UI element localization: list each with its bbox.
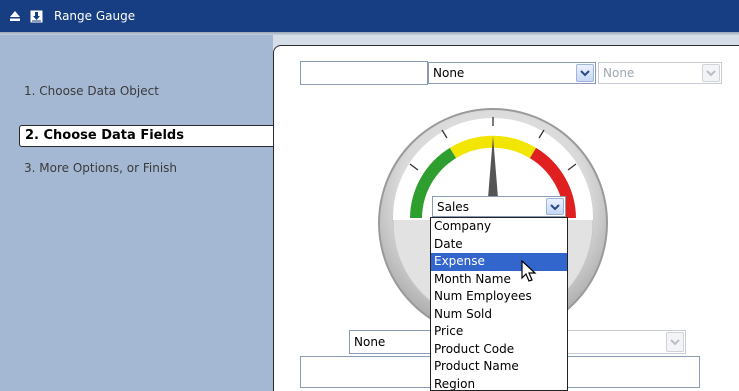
dropdown-option-region[interactable]: Region — [431, 376, 567, 391]
bottom-secondary-select — [566, 330, 686, 354]
dropdown-option-product-code[interactable]: Product Code — [431, 341, 567, 359]
chevron-down-icon[interactable] — [546, 198, 564, 215]
wizard-step-more-options[interactable]: 3. More Options, or Finish — [24, 161, 177, 175]
mouse-cursor-icon — [521, 259, 539, 287]
wizard-step-choose-data-fields[interactable]: 2. Choose Data Fields — [19, 125, 273, 147]
window-title: Range Gauge — [54, 9, 136, 23]
dropdown-option-date[interactable]: Date — [431, 236, 567, 254]
title-bar: Range Gauge — [0, 0, 739, 32]
dropdown-option-price[interactable]: Price — [431, 323, 567, 341]
dropdown-option-num-sold[interactable]: Num Sold — [431, 306, 567, 324]
chevron-down-icon[interactable] — [576, 64, 594, 82]
gauge-field-select-value: Sales — [437, 199, 469, 214]
dropdown-option-month-name[interactable]: Month Name — [431, 271, 567, 289]
dropdown-option-company[interactable]: Company — [431, 218, 567, 236]
secondary-field-select: None — [598, 62, 722, 84]
download-icon[interactable] — [28, 8, 44, 24]
label-text-field[interactable] — [300, 61, 428, 85]
wizard-sidebar: 1. Choose Data Object 2. Choose Data Fie… — [0, 35, 273, 391]
chevron-down-icon — [666, 332, 684, 352]
field-dropdown-list[interactable]: Company Date Expense Month Name Num Empl… — [430, 217, 568, 391]
chevron-down-icon — [702, 64, 720, 82]
wizard-step-choose-data-object[interactable]: 1. Choose Data Object — [24, 84, 159, 98]
dropdown-option-num-employees[interactable]: Num Employees — [431, 288, 567, 306]
gauge-field-select[interactable]: Sales — [432, 196, 566, 217]
eject-icon[interactable] — [7, 8, 23, 24]
bottom-field-select[interactable]: None — [349, 330, 431, 354]
data-field-select[interactable]: None — [428, 62, 596, 84]
data-field-select-value: None — [433, 66, 465, 80]
bottom-field-select-value: None — [354, 335, 386, 349]
dropdown-option-product-name[interactable]: Product Name — [431, 358, 567, 376]
secondary-field-select-value: None — [603, 66, 635, 80]
dropdown-option-expense[interactable]: Expense — [431, 253, 567, 271]
